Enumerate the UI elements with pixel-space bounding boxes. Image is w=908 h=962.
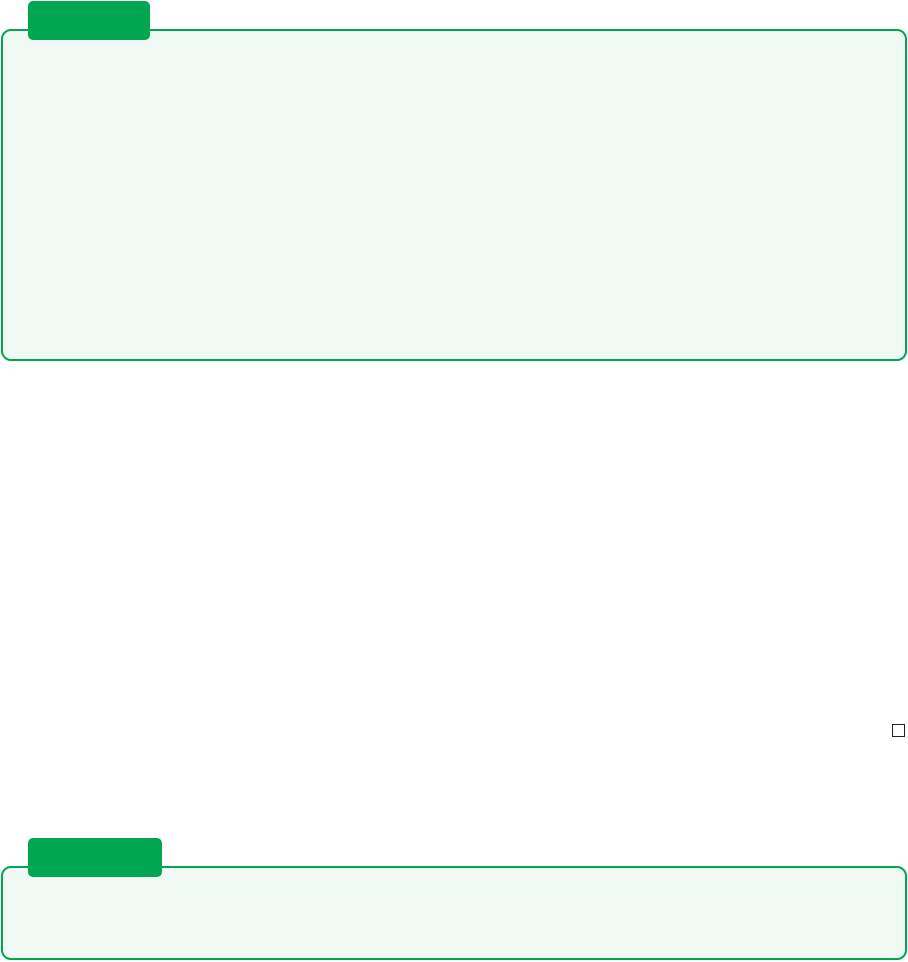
top-section-panel	[1, 29, 907, 361]
bottom-section-tab	[28, 838, 162, 877]
top-section-tab	[28, 1, 150, 40]
bottom-section-panel	[1, 866, 907, 960]
checkbox[interactable]	[892, 724, 905, 737]
page	[0, 0, 908, 962]
